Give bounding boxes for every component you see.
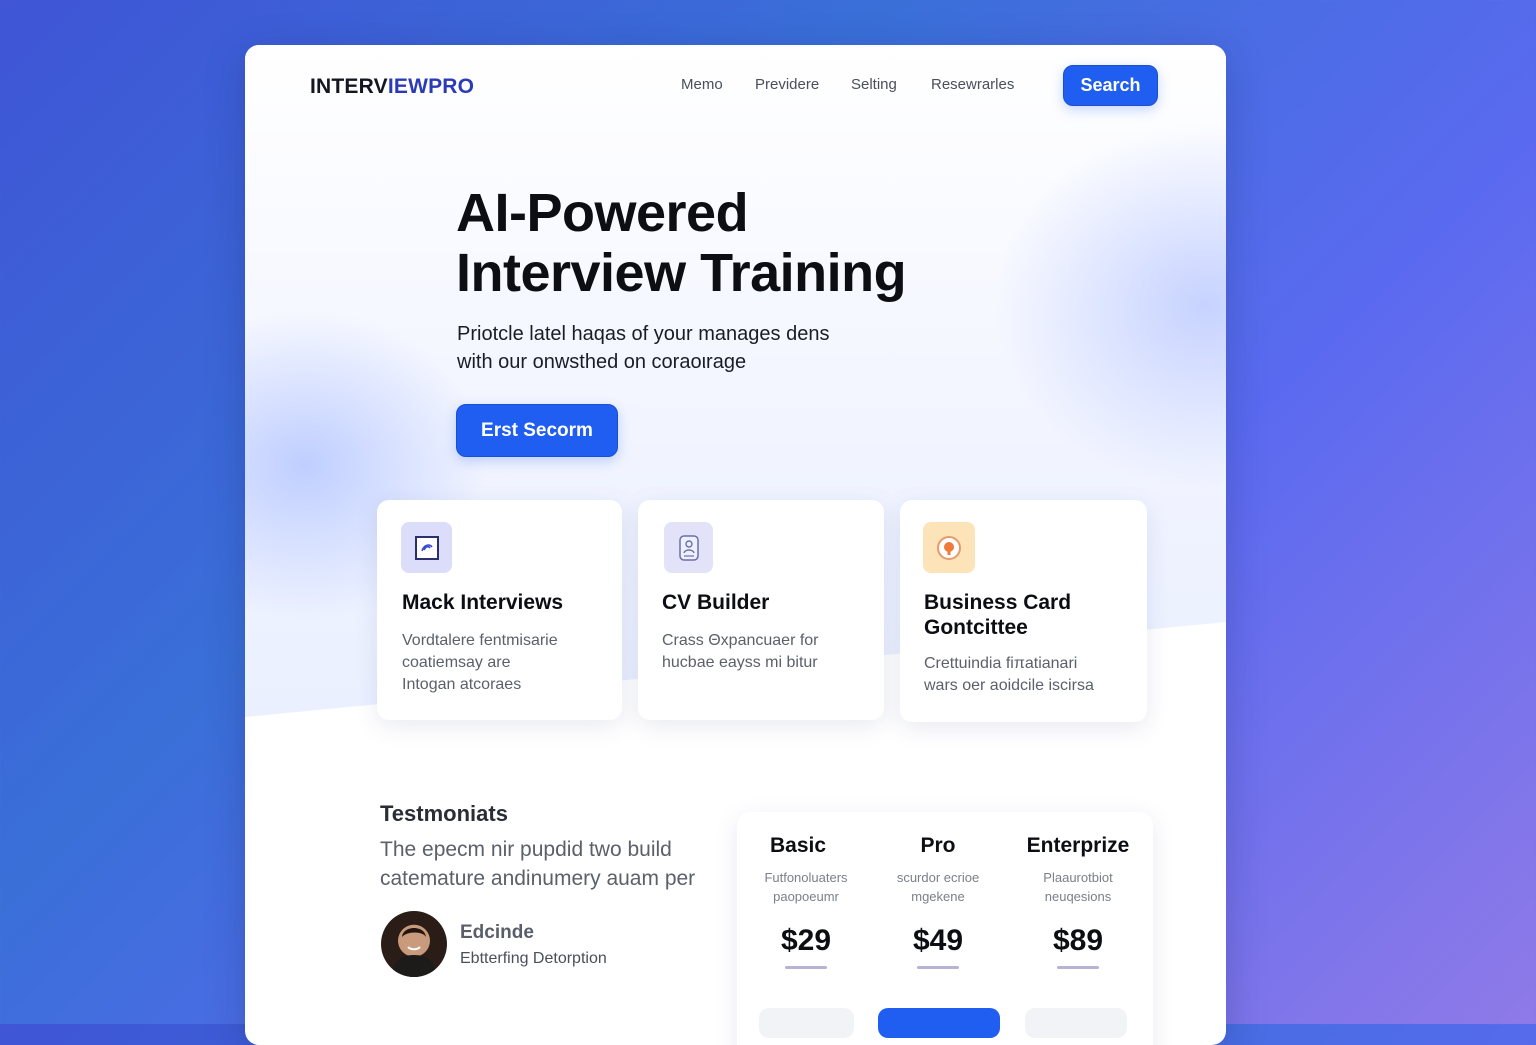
nav-item-selting[interactable]: Selting	[851, 76, 897, 93]
plan-select-button-pro[interactable]	[878, 1008, 1000, 1038]
hero-subtitle-line2: with our onwsthed on coraoιrage	[457, 351, 747, 373]
feature-title: Mack Interviews	[402, 591, 564, 614]
feature-desc-line: Vordtalere fentmisarie	[402, 632, 558, 649]
avatar	[381, 911, 447, 977]
hero-subtitle-line1: Priotcle latel haqas of your manages den…	[457, 323, 830, 345]
browser-window: INTERVIEWPRO Memo Previdere Selting Rese…	[245, 45, 1226, 1045]
plan-select-button-basic[interactable]	[759, 1008, 854, 1038]
feature-card-business-card[interactable]: Business Card Gontcittee Crettuindia fiπ…	[900, 500, 1147, 722]
feature-desc-line: coatiemsay are	[402, 654, 511, 671]
testimonial-author-role: Ebtterfing Detorption	[460, 950, 607, 967]
plan-description: Plaaurotbiot neuqesions	[1003, 868, 1153, 906]
pricing-table: Basic Futfonoluaters paopoeumr $29 Pro s…	[737, 812, 1153, 1045]
plan-description-line: Plaaurotbiot	[1043, 870, 1113, 885]
plan-divider	[917, 966, 959, 969]
plan-divider	[785, 966, 827, 969]
feature-desc-line: hucbae eayss mi bitur	[662, 654, 818, 671]
plan-price: $49	[912, 924, 964, 957]
plan-description-line: paopoeumr	[773, 889, 839, 904]
plan-description-line: scurdor ecrioe	[896, 870, 980, 885]
nav-item-memo[interactable]: Memo	[681, 76, 723, 93]
hero-title-line1: AI-Powered	[456, 183, 749, 243]
hero-subtitle: Priotcle latel haqas of your manages den…	[457, 320, 897, 376]
feature-card-mock-interviews[interactable]: Mack Interviews Vordtalere fentmisarie c…	[377, 500, 622, 720]
feature-description: Crass Θxpancuaer for hucbae eayss mi bit…	[662, 630, 872, 674]
nav-item-previdere[interactable]: Previdere	[755, 76, 819, 93]
feature-card-cv-builder[interactable]: CV Builder Crass Θxpancuaer for hucbae e…	[638, 500, 884, 720]
plan-select-button-enterprise[interactable]	[1025, 1008, 1127, 1038]
cv-icon	[664, 522, 713, 573]
testimonial-author-name: Edcinde	[460, 922, 534, 943]
pricing-plan-pro: Pro scurdor ecrioe mgekene $49	[869, 834, 1007, 969]
plan-name: Pro	[920, 834, 956, 857]
pricing-plan-enterprise: Enterprize Plaaurotbiot neuqesions $89	[1003, 834, 1153, 969]
feature-title: Business Card Gontcittee	[924, 591, 1072, 639]
interview-icon	[401, 522, 452, 573]
feature-description: Vordtalere fentmisarie coatiemsay are In…	[402, 630, 612, 696]
brand-logo-part1: INTERV	[310, 75, 388, 98]
feature-desc-line: Crettuindia fiπatianari	[924, 655, 1078, 672]
testimonials-title: Testmoniats	[380, 801, 508, 826]
plan-name: Enterprize	[1026, 834, 1130, 857]
testimonial-quote-line: The epecm nir pupdid two build	[380, 838, 672, 861]
feature-title: CV Builder	[662, 591, 770, 614]
plan-price: $29	[780, 924, 832, 957]
hero-title-line2: Interview Training	[456, 243, 907, 303]
plan-description-line: neuqesions	[1044, 889, 1112, 904]
nav-item-resewrarles[interactable]: Resewrarles	[931, 76, 1014, 93]
plan-name: Basic	[769, 834, 827, 857]
cta-button[interactable]: Erst Secorm	[456, 404, 618, 457]
hero-title: AI-Powered Interview Training	[456, 183, 1016, 303]
feature-desc-line: wars oer aoidcile iscirsa	[924, 677, 1094, 694]
feature-description: Crettuindia fiπatianari wars oer aoidcil…	[924, 653, 1134, 697]
business-card-icon	[923, 522, 975, 573]
plan-description: scurdor ecrioe mgekene	[869, 868, 1007, 906]
feature-desc-line: Crass Θxpancuaer for	[662, 632, 819, 649]
plan-price: $89	[1052, 924, 1104, 957]
testimonial-quote-line: catemature andinumery auam per	[380, 867, 696, 890]
pricing-plan-basic: Basic Futfonoluaters paopoeumr $29	[737, 834, 875, 969]
testimonial-quote: The epecm nir pupdid two build catematur…	[380, 835, 730, 893]
plan-description: Futfonoluaters paopoeumr	[737, 868, 875, 906]
plan-divider	[1057, 966, 1099, 969]
search-button[interactable]: Search	[1063, 65, 1158, 106]
plan-description-line: Futfonoluaters	[764, 870, 848, 885]
brand-logo[interactable]: INTERVIEWPRO	[310, 75, 474, 99]
feature-desc-line: Intogan atcoraes	[402, 676, 522, 693]
brand-logo-part2: IEWPRO	[387, 75, 475, 98]
plan-description-line: mgekene	[911, 889, 965, 904]
